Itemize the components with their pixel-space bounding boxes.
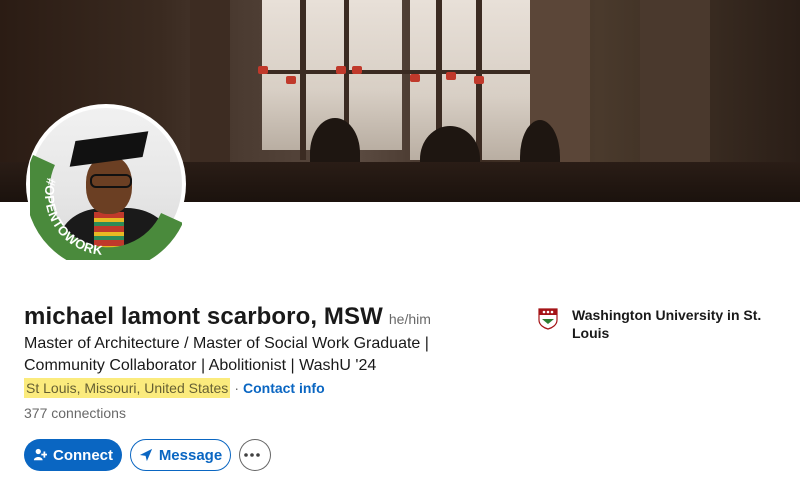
separator-dot: · <box>234 380 239 396</box>
connections-count[interactable]: 377 connections <box>24 405 126 421</box>
connect-label: Connect <box>53 446 113 464</box>
profile-location: St Louis, Missouri, United States <box>24 378 231 398</box>
name-row: michael lamont scarboro, MSW he/him <box>24 303 431 331</box>
location-row: St Louis, Missouri, United States · Cont… <box>24 378 325 398</box>
profile-pronouns: he/him <box>388 311 431 327</box>
open-to-work-badge: #OPENTOWORK <box>30 155 182 260</box>
education-school-name: Washington University in St. Louis <box>572 307 762 341</box>
contact-info-link[interactable]: Contact info <box>243 380 325 396</box>
message-label: Message <box>158 446 223 464</box>
education-entry[interactable]: Washington University in St. Louis <box>538 306 772 342</box>
profile-headline: Master of Architecture / Master of Socia… <box>24 335 429 374</box>
message-button[interactable]: Message <box>130 439 231 471</box>
more-ellipsis-icon <box>244 453 260 457</box>
profile-name: michael lamont scarboro, MSW <box>24 303 383 330</box>
connect-button[interactable]: Connect <box>24 439 122 471</box>
washu-shield-icon <box>538 308 558 330</box>
send-icon <box>139 448 152 462</box>
more-actions-button[interactable] <box>239 439 271 471</box>
profile-avatar[interactable]: #OPENTOWORK <box>26 104 186 264</box>
add-person-icon <box>33 448 47 461</box>
